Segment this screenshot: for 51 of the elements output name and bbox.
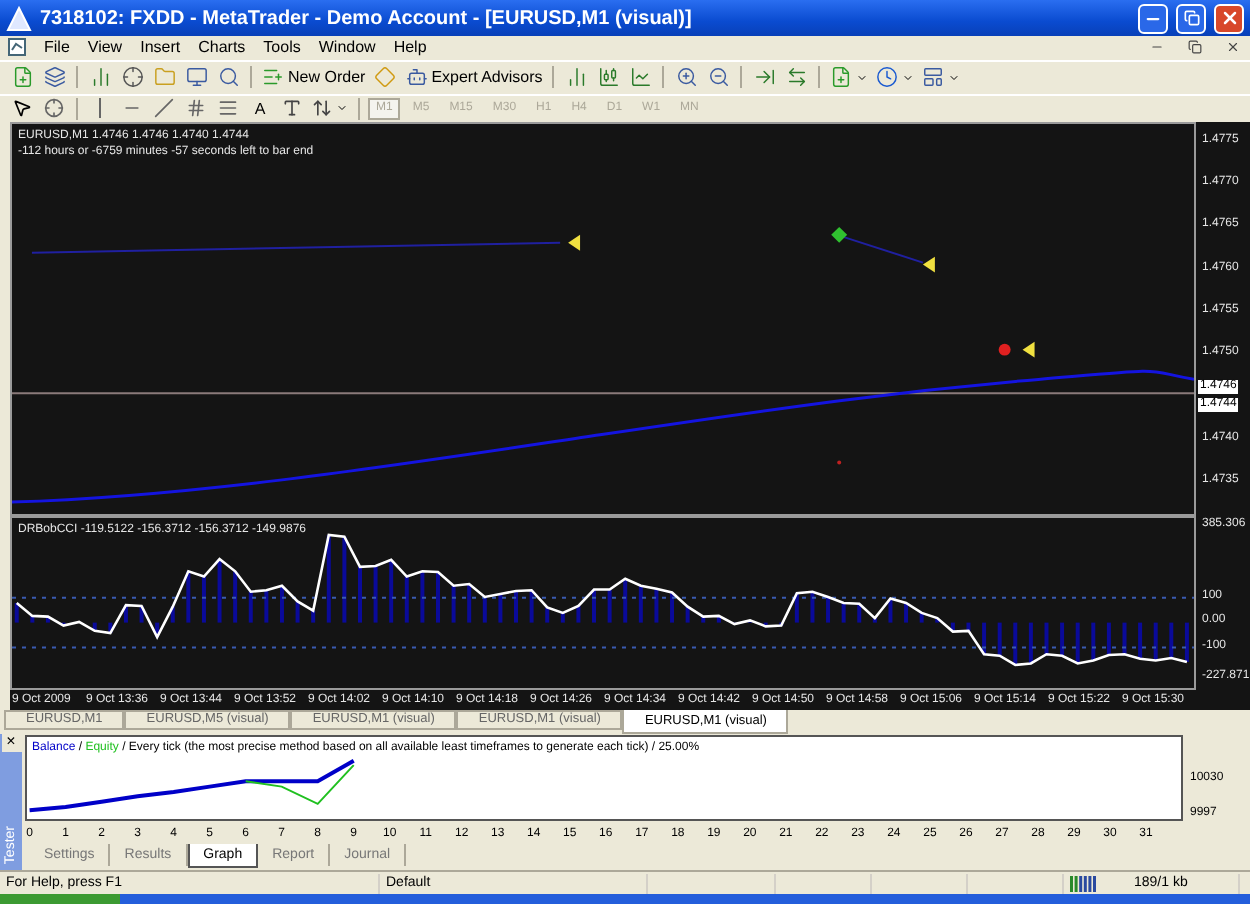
menu-item[interactable]: Help — [393, 38, 427, 57]
clock-icon — [876, 66, 899, 89]
arrow-marker — [1022, 341, 1035, 358]
caret-icon — [336, 102, 348, 115]
equity-line — [244, 763, 355, 805]
trend-line-icon[interactable] — [150, 94, 178, 123]
app-logo-icon — [6, 5, 32, 32]
restore-icon[interactable] — [1184, 37, 1204, 58]
window-title: 7318102: FXDD - MetaTrader - Demo Account - [EURUSD,M1 (visual)] — [40, 7, 694, 30]
terminal-icon[interactable] — [182, 63, 210, 92]
menu-item[interactable]: Insert — [140, 38, 181, 57]
close-button[interactable] — [1214, 3, 1244, 34]
caret-icon — [856, 71, 869, 84]
file-plus-icon — [830, 66, 853, 89]
list-plus-icon — [262, 66, 284, 89]
robot-icon — [405, 66, 428, 89]
indicators-dropdown[interactable] — [828, 63, 871, 92]
menu-item[interactable]: View — [87, 38, 123, 57]
restore-icon — [1183, 10, 1199, 27]
zoom-out-icon[interactable] — [704, 63, 733, 92]
chart-window-icon — [8, 38, 26, 57]
candlestick-icon[interactable] — [594, 63, 623, 92]
menu-item[interactable]: Window — [318, 38, 376, 57]
text-tool[interactable]: A — [246, 94, 274, 123]
caret-icon — [948, 71, 961, 84]
arrow-marker — [922, 256, 935, 273]
circle-marker — [998, 343, 1011, 356]
arrows-icon — [312, 98, 332, 119]
dot-marker — [837, 460, 842, 465]
trend-line — [842, 235, 924, 264]
crosshair-icon[interactable] — [40, 94, 68, 123]
periods-dropdown[interactable] — [874, 63, 917, 92]
menu-item[interactable]: File — [44, 38, 70, 57]
line-chart-icon[interactable] — [626, 63, 655, 92]
close-icon — [1219, 8, 1239, 29]
diamond-marker — [831, 226, 848, 243]
minimize-button[interactable] — [1138, 3, 1168, 34]
zoom-in-icon[interactable] — [672, 63, 701, 92]
profiles-icon[interactable] — [40, 63, 68, 92]
connection-bars-icon — [1070, 875, 1098, 892]
menu-item[interactable]: Charts — [198, 38, 246, 57]
search-icon[interactable] — [214, 63, 242, 92]
maximize-button[interactable] — [1176, 3, 1206, 34]
expert-advisors-button[interactable]: Expert Advisors — [403, 63, 545, 92]
caret-icon — [902, 71, 915, 84]
new-order-button[interactable]: New Order — [260, 63, 368, 92]
arrow-marker — [568, 234, 581, 251]
menu-item[interactable]: Tools — [263, 38, 301, 57]
template-icon — [922, 66, 945, 89]
templates-dropdown[interactable] — [920, 63, 963, 92]
crosshair-icon[interactable] — [118, 63, 146, 92]
